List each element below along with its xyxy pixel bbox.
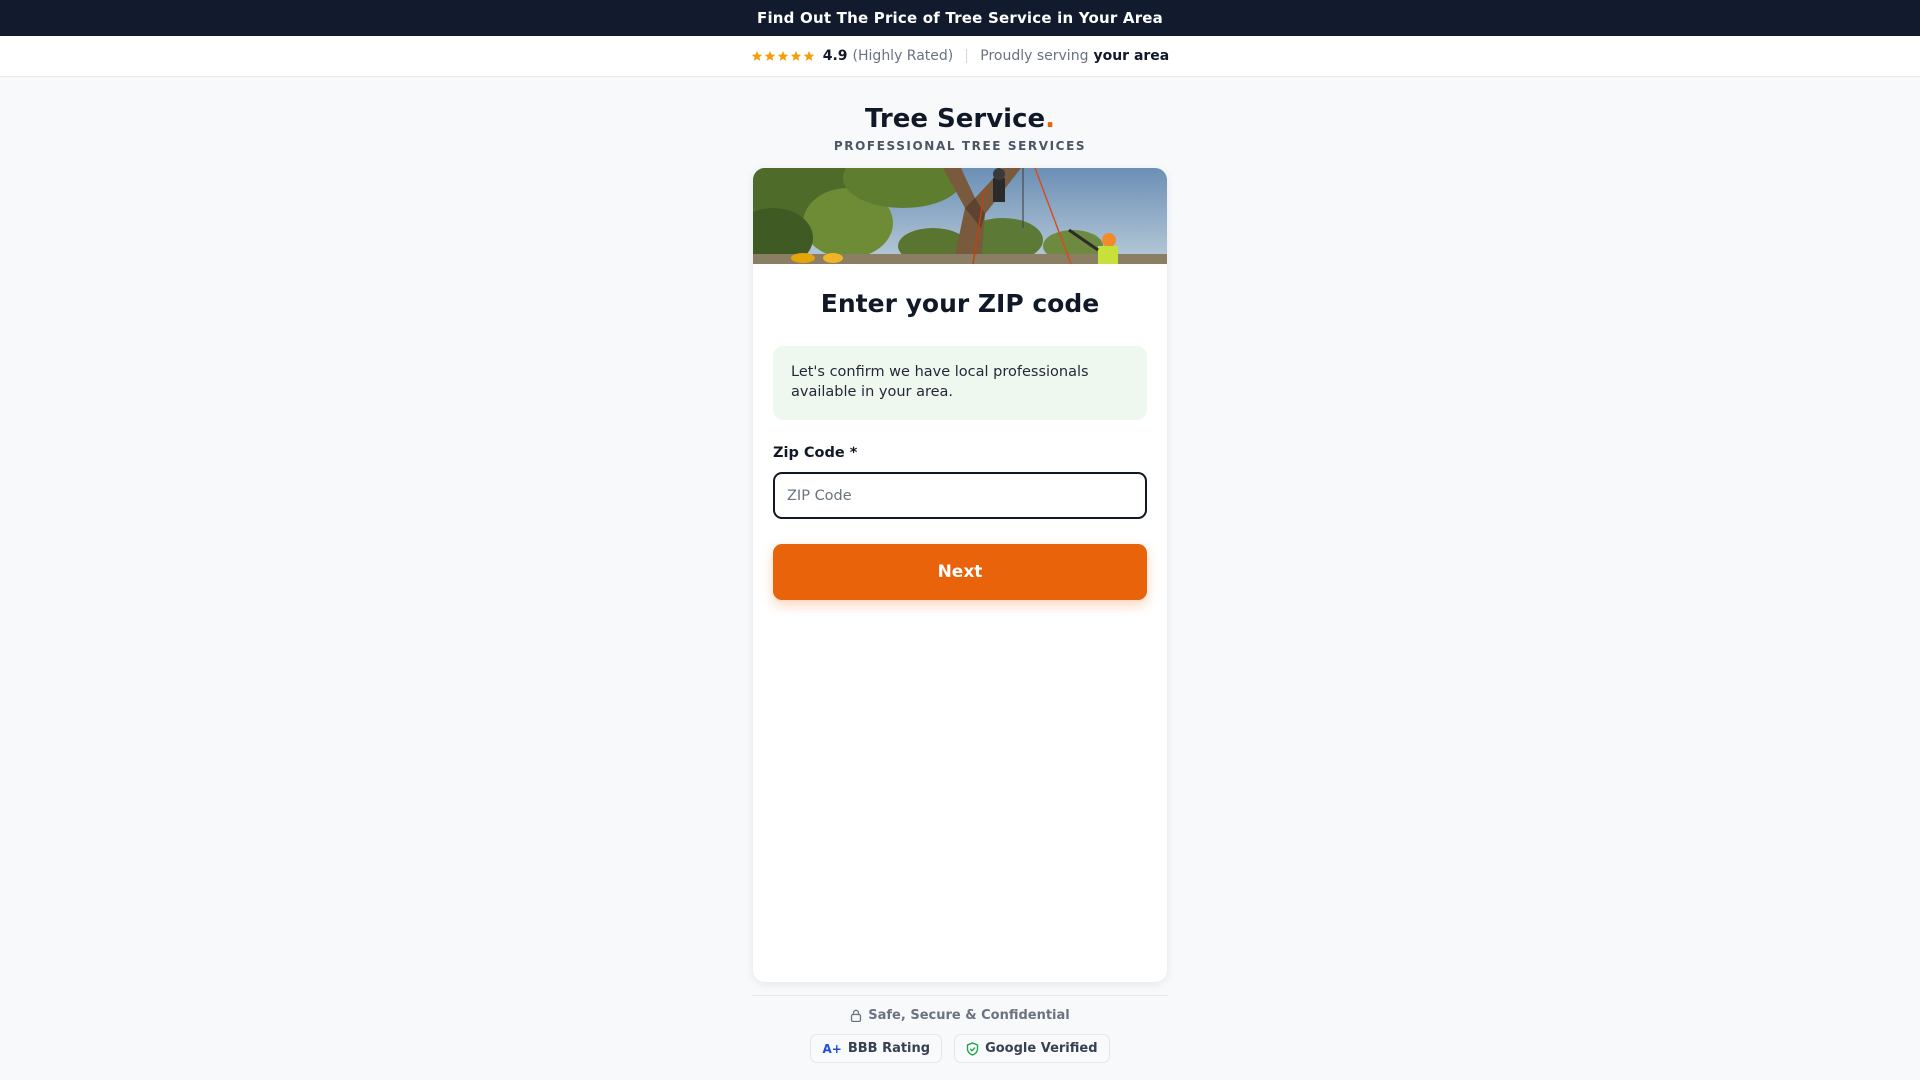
- zip-form-card: Enter your ZIP code Let's confirm we hav…: [753, 168, 1167, 982]
- info-message: Let's confirm we have local professional…: [773, 346, 1147, 420]
- zip-code-label: Zip Code *: [773, 445, 858, 461]
- trust-badges: A+ BBB Rating Google Verified: [0, 1034, 1920, 1063]
- star-icon: [790, 51, 801, 61]
- brand-name: Tree Service: [865, 104, 1046, 134]
- shield-check-icon: [966, 1041, 979, 1056]
- form-heading: Enter your ZIP code: [820, 289, 1100, 318]
- footer-divider: [752, 995, 1168, 996]
- bbb-label: BBB Rating: [847, 1041, 931, 1056]
- brand-tagline: PROFESSIONAL TREE SERVICES: [833, 139, 1087, 153]
- bbb-badge: A+ BBB Rating: [810, 1034, 943, 1063]
- rating-label: (Highly Rated): [852, 48, 954, 64]
- brand-logo: Tree Service.: [0, 104, 1920, 134]
- google-badge: Google Verified: [954, 1034, 1110, 1063]
- brand-dot: .: [1045, 104, 1055, 134]
- rating-stars: [751, 50, 815, 62]
- star-icon: [777, 51, 788, 61]
- zip-code-input[interactable]: [773, 472, 1147, 519]
- serving-area: your area: [1093, 48, 1170, 64]
- lock-icon: [851, 1009, 862, 1022]
- bbb-mark: A+: [822, 1041, 842, 1056]
- rating-divider: [966, 49, 968, 63]
- banner-text: Find Out The Price of Tree Service in Yo…: [757, 9, 1163, 27]
- info-text: Let's confirm we have local professional…: [791, 364, 1089, 400]
- rating-bar: 4.9 (Highly Rated) Proudly serving your …: [0, 36, 1920, 77]
- secure-text: Safe, Secure & Confidential: [868, 1008, 1070, 1023]
- next-button[interactable]: Next: [773, 544, 1147, 600]
- star-icon: [803, 51, 814, 61]
- rating-value: 4.9: [822, 48, 848, 64]
- secure-notice: Safe, Secure & Confidential: [0, 1008, 1920, 1023]
- google-label: Google Verified: [985, 1041, 1098, 1056]
- star-icon: [764, 51, 775, 61]
- top-banner: Find Out The Price of Tree Service in Yo…: [0, 0, 1920, 36]
- hero-image: [753, 168, 1167, 264]
- serving-prefix: Proudly serving: [980, 48, 1089, 64]
- star-icon: [751, 51, 762, 61]
- hero-photo-illustration: [753, 168, 1167, 264]
